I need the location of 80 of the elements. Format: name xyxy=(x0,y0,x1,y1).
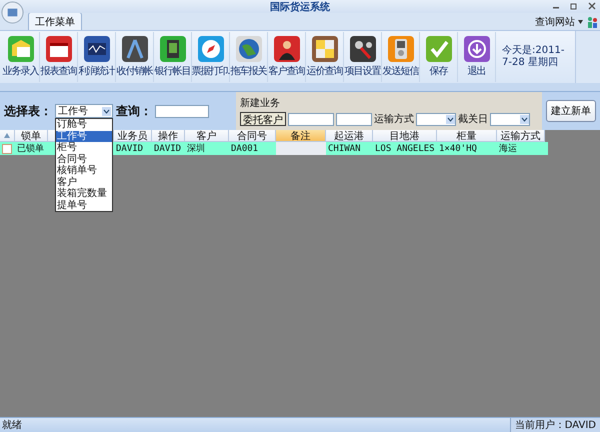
toolbar-button[interactable]: 客户查询 xyxy=(268,32,306,82)
row-checkbox[interactable] xyxy=(2,144,12,154)
column-header[interactable]: 客户 xyxy=(185,130,229,142)
toolbar-button[interactable]: 项目设置 xyxy=(344,32,382,82)
dropdown-option[interactable]: 核销单号 xyxy=(56,165,112,176)
person-icon xyxy=(274,36,300,62)
restore-icon[interactable] xyxy=(570,2,578,10)
table-select[interactable]: 工作号 xyxy=(55,104,113,118)
envelope-icon xyxy=(8,36,34,62)
chart-icon xyxy=(84,36,110,62)
ribbon-tab[interactable]: 工作菜单 xyxy=(28,12,82,30)
dropdown-option[interactable]: 提单号 xyxy=(56,200,112,211)
cutoff-label: 截关日 xyxy=(458,112,488,126)
music-player-icon xyxy=(388,36,414,62)
query-field[interactable] xyxy=(155,104,209,118)
table-cell-text: DAVID xyxy=(115,142,144,155)
toolbar-button[interactable]: 运价查询 xyxy=(306,32,344,82)
toolbar-button[interactable]: 业务录入 xyxy=(2,32,40,82)
column-header[interactable]: 备注 xyxy=(276,130,326,142)
sort-icon[interactable] xyxy=(4,133,10,138)
compass-icon xyxy=(198,36,224,62)
wrench-icon xyxy=(350,36,376,62)
column-header[interactable]: 操作 xyxy=(152,130,185,142)
table-cell-text: DA001 xyxy=(230,142,260,155)
column-header[interactable]: 目地港 xyxy=(373,130,437,142)
globe-icon xyxy=(236,36,262,62)
toolbar-button[interactable]: 保存 xyxy=(420,32,458,82)
query-label: 查询： xyxy=(116,102,152,120)
dropdown-option[interactable]: 合同号 xyxy=(56,154,112,165)
table-cell-text: 1×40'HQ xyxy=(438,142,478,155)
table-cell-text: DAVID xyxy=(153,142,182,155)
customer-button[interactable]: 委托客户 xyxy=(240,112,286,126)
column-header[interactable]: 运输方式 xyxy=(497,130,545,142)
dropdown-arrow-icon[interactable] xyxy=(446,114,455,124)
toolbar-button[interactable]: 拖车报关 xyxy=(230,32,268,82)
customer-field[interactable] xyxy=(288,112,334,126)
toolbar-button[interactable]: 收付销帐 xyxy=(116,32,154,82)
date-text: 今天是:2011-7-28 星期四 xyxy=(502,45,566,69)
table-cell-text: CHIWAN xyxy=(327,142,362,155)
close-icon[interactable] xyxy=(588,2,596,10)
column-header[interactable]: 起运港 xyxy=(326,130,373,142)
status-text: 就绪 xyxy=(2,418,22,432)
toolbar-button[interactable]: 发送短信 xyxy=(382,32,420,82)
ruler-icon xyxy=(122,36,148,62)
current-user: 当前用户：DAVID xyxy=(510,418,600,432)
column-header[interactable]: 业务员 xyxy=(114,130,152,142)
table-cell-text: 深圳 xyxy=(186,142,206,155)
toolbar-button[interactable]: 银行帐目 xyxy=(154,32,192,82)
toolbar-button[interactable]: 退出 xyxy=(458,32,496,82)
toolbar-button[interactable]: 报表查询 xyxy=(40,32,78,82)
window-title: 国际货运系统 xyxy=(270,0,330,14)
table-cell-text: 已锁单 xyxy=(16,142,45,155)
transport-label: 运输方式 xyxy=(374,112,414,126)
table-cell-text: 海运 xyxy=(498,142,518,155)
notes-icon xyxy=(312,36,338,62)
table-cell xyxy=(276,142,326,155)
dropdown-option[interactable]: 柜号 xyxy=(56,142,112,154)
calendar-icon xyxy=(46,36,72,62)
dropdown-option[interactable]: 订舱号 xyxy=(56,119,112,130)
toolbar-button[interactable]: 票据打印. xyxy=(192,32,230,82)
dropdown-arrow-icon[interactable] xyxy=(520,114,529,124)
select-table-label: 选择表： xyxy=(4,102,52,120)
column-header[interactable]: 锁单 xyxy=(15,130,48,142)
download-icon xyxy=(464,36,490,62)
site-link[interactable]: 查询网站 xyxy=(535,14,575,28)
panel-title: 新建业务 xyxy=(240,96,281,110)
text-field[interactable] xyxy=(336,112,372,126)
dropdown-option[interactable]: 装箱完数量 xyxy=(56,188,112,200)
table-cell-text: LOS ANGELES xyxy=(374,142,436,155)
column-header[interactable]: 柜量 xyxy=(437,130,497,142)
caret-icon[interactable] xyxy=(578,20,583,24)
toolbar-button[interactable]: 利润统计 xyxy=(78,32,116,82)
column-header[interactable]: 合同号 xyxy=(229,130,276,142)
tablet-icon xyxy=(160,36,186,62)
checkmark-icon xyxy=(426,36,452,62)
people-icon[interactable] xyxy=(586,16,598,28)
create-order-button[interactable]: 建立新单 xyxy=(546,100,596,122)
dropdown-option[interactable]: 工作号 xyxy=(56,130,112,142)
dropdown-arrow-icon[interactable] xyxy=(102,106,111,116)
dropdown-option[interactable]: 客户 xyxy=(56,176,112,188)
